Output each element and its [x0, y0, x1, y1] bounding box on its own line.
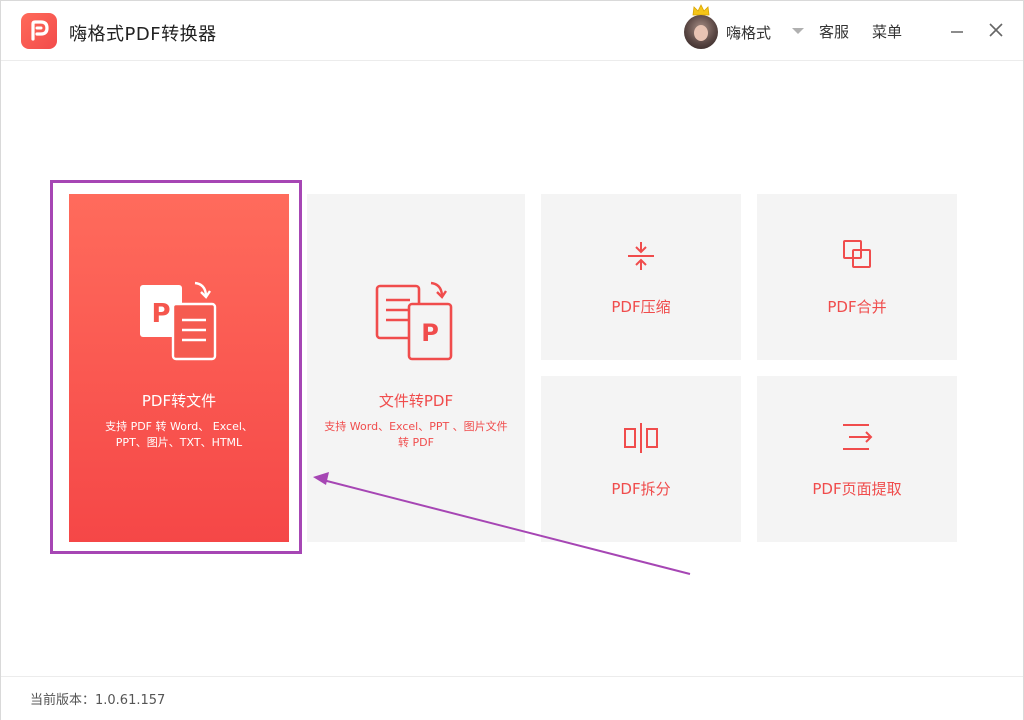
chevron-down-icon[interactable] — [792, 28, 804, 34]
app-title: 嗨格式PDF转换器 — [69, 24, 217, 45]
tile-label: PDF合并 — [827, 298, 887, 316]
tile-description: 支持 Word、Excel、PPT 、图片文件转 PDF — [324, 420, 508, 449]
merge-icon — [843, 240, 871, 268]
status-footer: 当前版本：1.0.61.157 — [1, 676, 1023, 720]
minimize-icon[interactable] — [946, 21, 968, 43]
customer-service-button[interactable]: 客服 — [819, 21, 849, 42]
tile-file-to-pdf[interactable]: P 文件转PDF 支持 Word、Excel、PPT 、图片文件转 PDF — [307, 194, 525, 542]
app-window: 嗨格式PDF转换器 嗨格式 客服 菜单 P PDF转文件 支持 PDF 转 Wo… — [0, 0, 1024, 720]
tile-label: PDF页面提取 — [812, 480, 902, 498]
tile-label: PDF压缩 — [611, 298, 671, 316]
title-bar: 嗨格式PDF转换器 嗨格式 客服 菜单 — [1, 1, 1023, 61]
tile-split[interactable]: PDF拆分 — [541, 376, 741, 542]
file-to-pdf-icon: P — [375, 281, 453, 361]
split-icon — [624, 423, 658, 453]
tile-pdf-to-file[interactable]: P PDF转文件 支持 PDF 转 Word、 Excel、PPT、图片、TXT… — [69, 194, 289, 542]
tile-merge[interactable]: PDF合并 — [757, 194, 957, 360]
close-icon[interactable] — [985, 19, 1007, 41]
svg-text:P: P — [151, 299, 170, 329]
pdf-to-file-icon: P — [140, 281, 217, 361]
tile-label: 文件转PDF — [378, 392, 454, 410]
version-label: 当前版本：1.0.61.157 — [30, 693, 166, 708]
app-logo-icon — [21, 13, 57, 49]
avatar-face — [694, 25, 708, 41]
tile-description: 支持 PDF 转 Word、 Excel、PPT、图片、TXT、HTML — [105, 420, 253, 449]
menu-button[interactable]: 菜单 — [872, 21, 902, 42]
username-label[interactable]: 嗨格式 — [726, 22, 771, 43]
tile-label: PDF转文件 — [141, 392, 217, 410]
tile-compress[interactable]: PDF压缩 — [541, 194, 741, 360]
compress-icon — [628, 242, 654, 270]
tile-label: PDF拆分 — [611, 480, 671, 498]
tile-extract-pages[interactable]: PDF页面提取 — [757, 376, 957, 542]
extract-icon — [843, 424, 873, 450]
svg-text:P: P — [421, 319, 439, 347]
avatar[interactable] — [684, 15, 718, 49]
